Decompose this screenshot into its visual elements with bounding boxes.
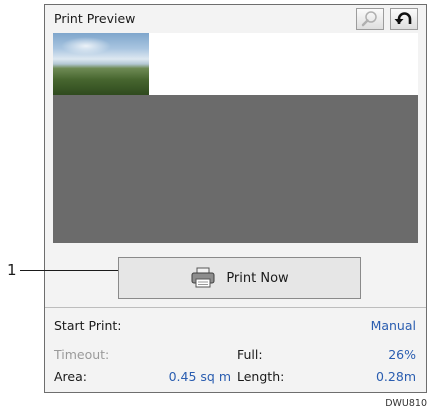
print-now-label: Print Now <box>226 270 289 286</box>
zoom-button[interactable] <box>356 8 384 30</box>
divider <box>45 307 426 308</box>
length-value: 0.28m <box>375 369 416 384</box>
timeout-label: Timeout: <box>54 347 110 362</box>
undo-arrow-icon <box>394 12 412 24</box>
title-bar: Print Preview <box>45 5 426 33</box>
callout-line <box>20 270 118 271</box>
length-label: Length: <box>237 369 285 384</box>
printer-icon <box>191 267 215 288</box>
start-print-value[interactable]: Manual <box>371 318 416 333</box>
full-label: Full: <box>237 347 263 362</box>
full-value: 26% <box>388 347 416 362</box>
preview-image <box>53 33 149 95</box>
magnifier-icon <box>361 11 377 27</box>
area-label: Area: <box>54 369 87 384</box>
start-print-label: Start Print: <box>54 318 122 333</box>
panel-title: Print Preview <box>54 11 136 26</box>
undo-button[interactable] <box>390 8 418 30</box>
area-value: 0.45 sq m <box>168 369 231 384</box>
figure-code: DWU810 <box>385 398 427 409</box>
print-now-button[interactable]: Print Now <box>118 257 361 299</box>
print-preview-panel: Print Preview Print Now Start Print: Man… <box>44 4 427 393</box>
callout-number: 1 <box>7 261 17 279</box>
preview-canvas <box>53 33 418 243</box>
print-sheet <box>53 33 418 95</box>
